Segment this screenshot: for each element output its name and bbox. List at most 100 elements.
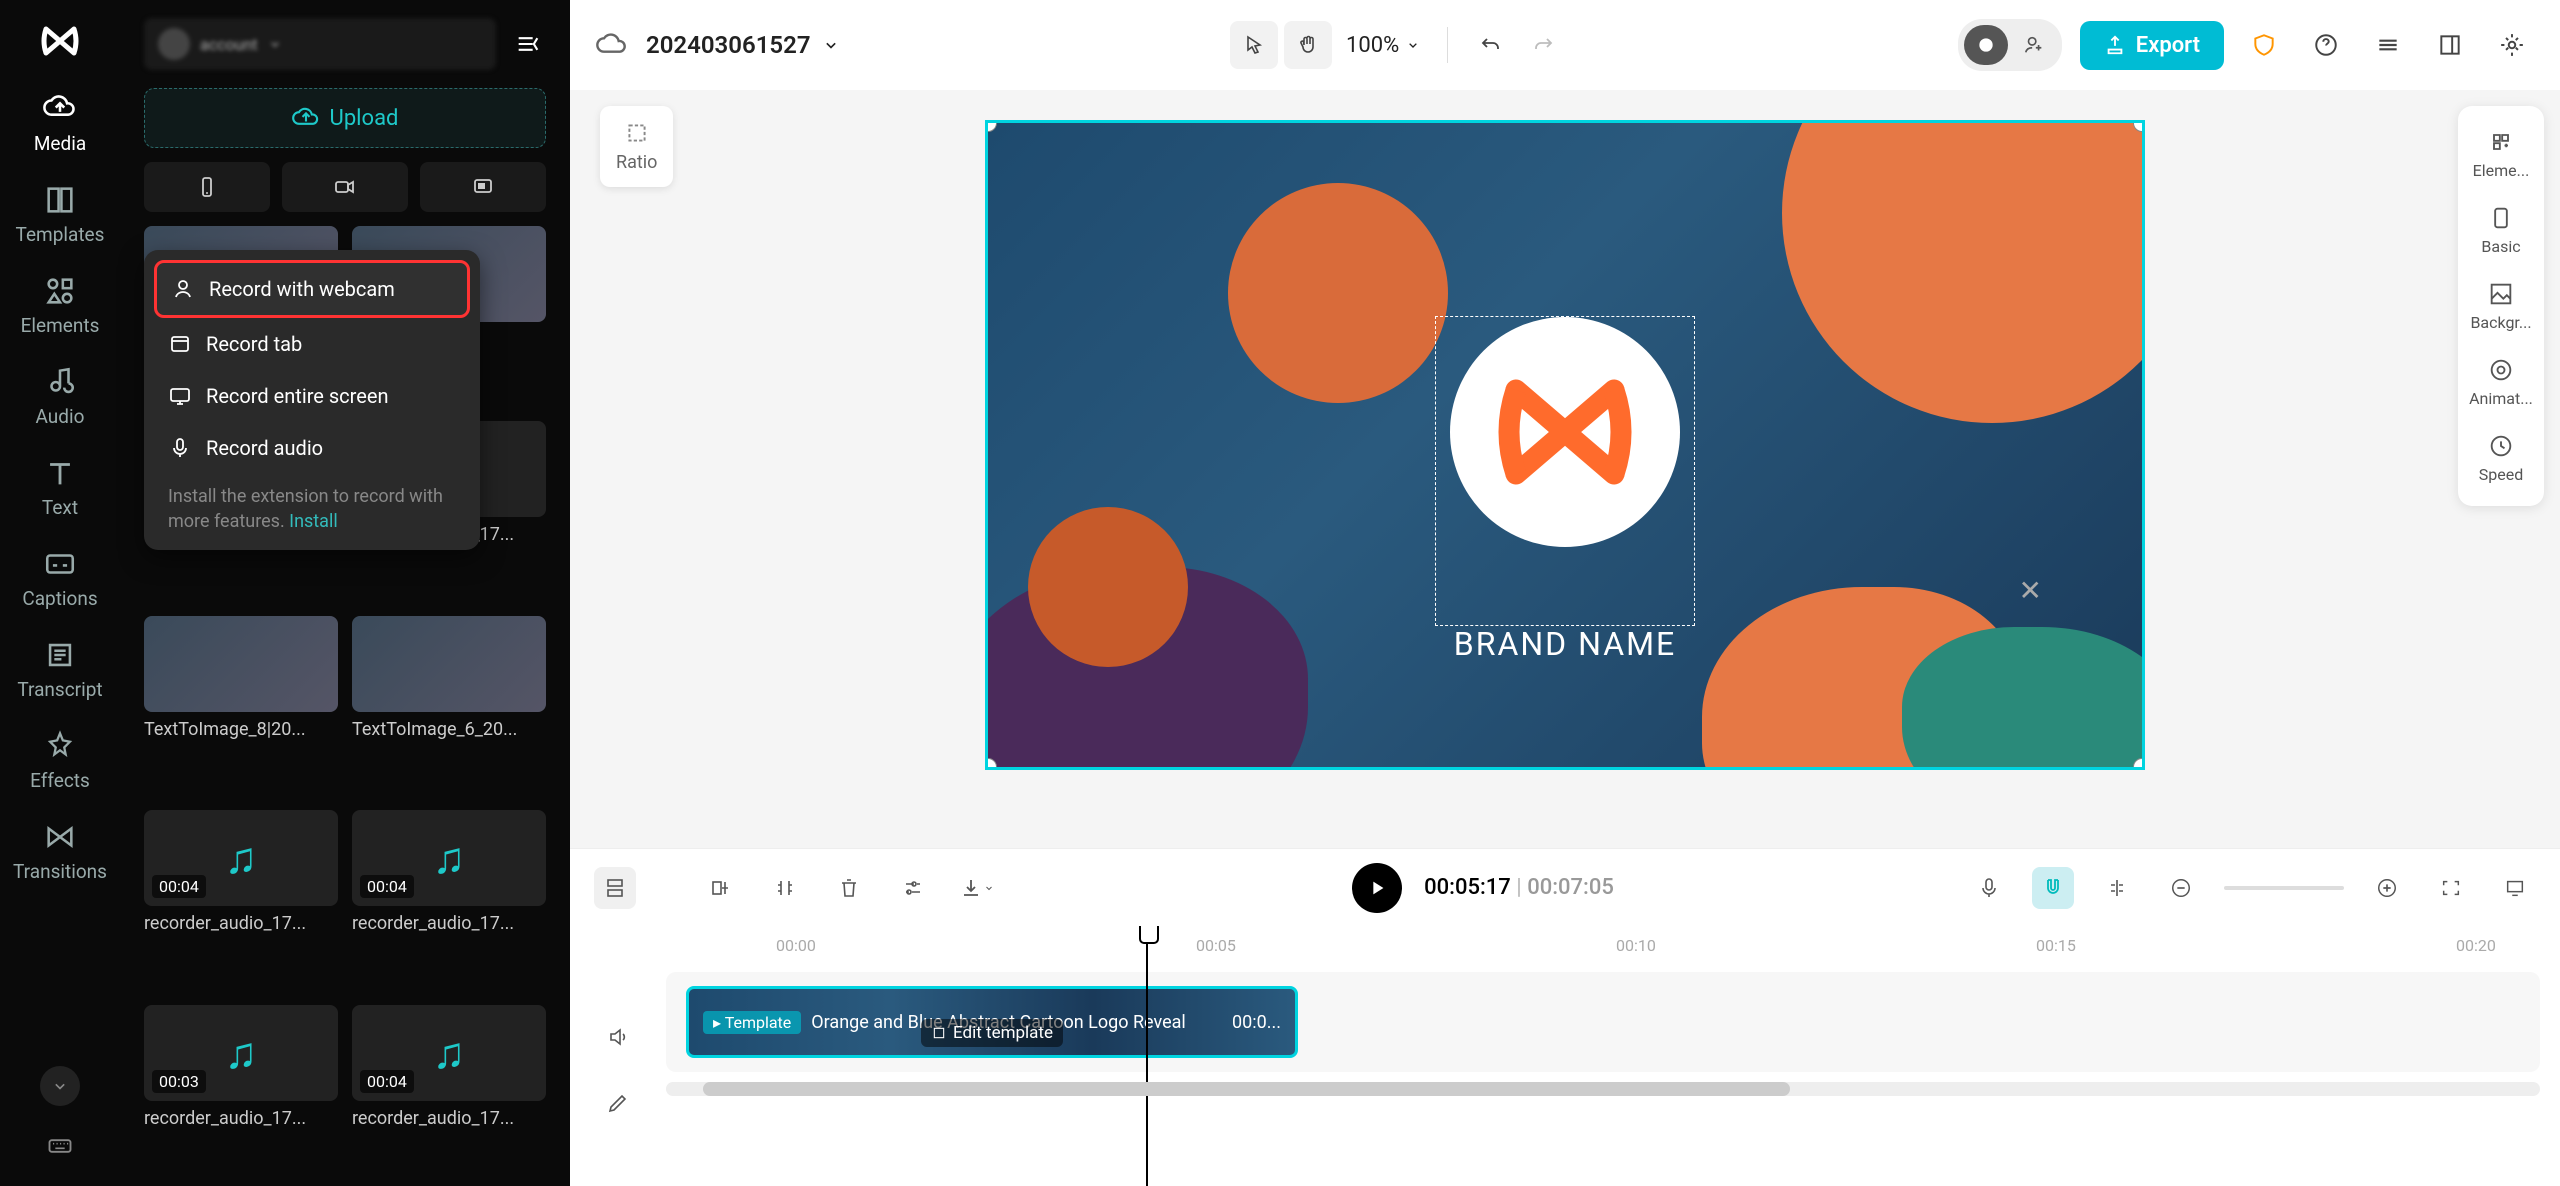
expand-button[interactable] — [2494, 867, 2536, 909]
nav-label: Effects — [30, 769, 90, 792]
export-button[interactable]: Export — [2080, 21, 2224, 70]
cloud-sync-icon[interactable] — [596, 29, 628, 61]
add-collaborator-button[interactable] — [2012, 25, 2056, 65]
nav-transcript[interactable]: Transcript — [0, 628, 120, 711]
timeline-ruler[interactable]: 00:0000:0500:1000:1500:20 — [666, 926, 2560, 972]
project-name[interactable]: 202403061527 — [646, 31, 841, 59]
redo-icon — [1532, 33, 1556, 57]
redo-button[interactable] — [1520, 21, 1568, 69]
adjust-button[interactable] — [892, 867, 934, 909]
preview-canvas[interactable]: ✚ ✕ BRAND NAME — [985, 120, 2145, 770]
nav-effects[interactable]: Effects — [0, 719, 120, 802]
rdock-icon — [2487, 128, 2515, 156]
nav-keyboard[interactable] — [40, 1126, 80, 1166]
tab-icon — [168, 332, 192, 356]
zoom-level[interactable]: 100% — [1346, 33, 1421, 58]
upload-label: Upload — [330, 106, 399, 131]
timeline-scrollbar[interactable] — [666, 1082, 2540, 1096]
brand-text[interactable]: BRAND NAME — [1454, 625, 1676, 663]
shield-button[interactable] — [2242, 23, 2286, 67]
account-selector[interactable]: account — [144, 18, 496, 70]
template-icon — [931, 1025, 947, 1041]
microphone-icon — [1977, 876, 2001, 900]
install-link[interactable]: Install — [289, 511, 338, 532]
settings-button[interactable] — [2490, 23, 2534, 67]
rdock-animat[interactable]: Animat... — [2458, 344, 2544, 420]
edit-track-button[interactable] — [597, 1082, 639, 1124]
selection-box[interactable] — [1435, 316, 1695, 626]
media-item[interactable]: TextToImage_8|20... — [144, 616, 338, 797]
rdock-backgr[interactable]: Backgr... — [2458, 268, 2544, 344]
ratio-button[interactable]: Ratio — [600, 106, 673, 187]
fit-button[interactable] — [2430, 867, 2472, 909]
snap-button[interactable] — [2096, 867, 2138, 909]
timeline-clip[interactable]: ▸ Template Orange and Blue Abstract Cart… — [686, 986, 1298, 1058]
nav-label: Text — [42, 496, 78, 519]
voiceover-button[interactable] — [1968, 867, 2010, 909]
nav-text[interactable]: Text — [0, 446, 120, 529]
panels-button[interactable] — [2428, 23, 2472, 67]
playback-time: 00:05:17 | 00:07:05 — [1424, 875, 1614, 900]
download-button[interactable] — [956, 867, 998, 909]
nav-captions[interactable]: Captions — [0, 537, 120, 620]
media-item[interactable]: TextToImage_6_20... — [352, 616, 546, 797]
nav-templates[interactable]: Templates — [0, 173, 120, 256]
device-screen-button[interactable] — [420, 162, 546, 212]
zoom-slider[interactable] — [2224, 886, 2344, 890]
zoom-out-button[interactable] — [2160, 867, 2202, 909]
nav-elements[interactable]: Elements — [0, 264, 120, 347]
device-camera-button[interactable] — [282, 162, 408, 212]
cursor-icon — [1242, 33, 1266, 57]
rdock-eleme[interactable]: Eleme... — [2458, 116, 2544, 192]
split-button[interactable] — [764, 867, 806, 909]
nav-audio[interactable]: Audio — [0, 355, 120, 438]
panel-menu-button[interactable] — [510, 26, 546, 62]
user-avatar[interactable] — [1964, 25, 2008, 65]
magnet-button[interactable] — [2032, 867, 2074, 909]
layer-button[interactable] — [594, 867, 636, 909]
playhead[interactable] — [1146, 926, 1148, 1186]
text-icon — [43, 456, 77, 490]
timeline-tracks[interactable]: ▸ Template Orange and Blue Abstract Cart… — [666, 972, 2540, 1072]
layers-button[interactable] — [2366, 23, 2410, 67]
rdock-speed[interactable]: Speed — [2458, 420, 2544, 496]
rdock-label: Animat... — [2469, 389, 2533, 408]
x-shape: ✕ — [2019, 574, 2042, 607]
app-logo[interactable] — [35, 16, 85, 66]
music-note-icon: ♫ — [433, 1027, 466, 1079]
mute-track-button[interactable] — [597, 1016, 639, 1058]
record-tab-item[interactable]: Record tab — [154, 318, 470, 370]
zoom-in-button[interactable] — [2366, 867, 2408, 909]
nav-media[interactable]: Media — [0, 82, 120, 165]
resize-handle-tl[interactable] — [985, 120, 997, 132]
rdock-basic[interactable]: Basic — [2458, 192, 2544, 268]
nav-label: Audio — [36, 405, 85, 428]
help-button[interactable] — [2304, 23, 2348, 67]
media-item[interactable]: ♫00:04recorder_audio_17... — [144, 810, 338, 991]
undo-button[interactable] — [1466, 21, 1514, 69]
record-screen-item[interactable]: Record entire screen — [154, 370, 470, 422]
delete-button[interactable] — [828, 867, 870, 909]
record-webcam-item[interactable]: Record with webcam — [154, 260, 470, 318]
media-item[interactable]: ♫00:04recorder_audio_17... — [352, 1005, 546, 1186]
split-left-button[interactable] — [700, 867, 742, 909]
media-item[interactable]: ♫00:04recorder_audio_17... — [352, 810, 546, 991]
resize-handle-br[interactable] — [2133, 758, 2145, 770]
download-icon — [959, 876, 983, 900]
nav-more[interactable] — [40, 1066, 80, 1106]
play-button[interactable] — [1352, 863, 1402, 913]
upload-button[interactable]: Upload — [144, 88, 546, 148]
collab-pill — [1958, 19, 2062, 71]
rdock-icon — [2487, 356, 2515, 384]
media-panel: account Upload Record with webcam Re — [120, 0, 570, 1186]
hand-tool-button[interactable] — [1284, 21, 1332, 69]
media-name: recorder_audio_17... — [144, 1108, 338, 1129]
edit-template-button[interactable]: Edit template — [921, 1019, 1063, 1047]
nav-transitions[interactable]: Transitions — [0, 810, 120, 893]
device-phone-button[interactable] — [144, 162, 270, 212]
media-item[interactable]: ♫00:03recorder_audio_17... — [144, 1005, 338, 1186]
record-audio-item[interactable]: Record audio — [154, 422, 470, 474]
export-icon — [2104, 34, 2126, 56]
dropdown-item-label: Record with webcam — [209, 277, 395, 301]
cursor-tool-button[interactable] — [1230, 21, 1278, 69]
